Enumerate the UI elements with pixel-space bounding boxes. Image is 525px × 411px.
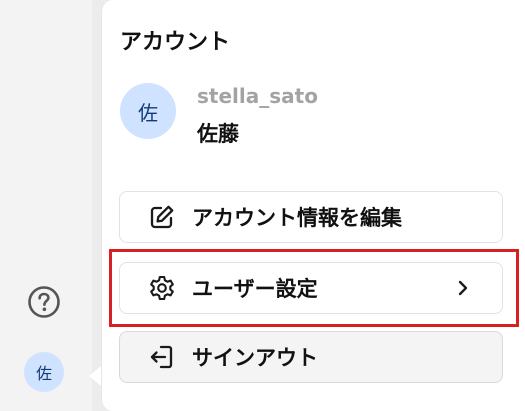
- popover-pointer: [89, 366, 101, 386]
- question-circle-icon: [28, 286, 60, 318]
- user-settings-button[interactable]: ユーザー設定: [119, 262, 503, 314]
- sign-out-label: サインアウト: [192, 346, 318, 370]
- edit-icon: [148, 203, 176, 231]
- sign-out-button[interactable]: サインアウト: [119, 331, 503, 383]
- rail-avatar[interactable]: 佐: [24, 352, 64, 392]
- rail-avatar-initial: 佐: [35, 364, 52, 383]
- display-name: 佐藤: [197, 122, 239, 146]
- user-avatar: 佐: [120, 83, 176, 139]
- edit-account-label: アカウント情報を編集: [192, 206, 402, 230]
- help-button[interactable]: [27, 285, 61, 319]
- user-avatar-initial: 佐: [138, 100, 158, 125]
- gear-icon: [148, 274, 176, 302]
- edit-account-button[interactable]: アカウント情報を編集: [119, 191, 503, 243]
- account-title: アカウント: [120, 30, 231, 55]
- left-rail: 佐: [0, 0, 92, 411]
- chevron-right-icon: [452, 277, 474, 299]
- user-settings-label: ユーザー設定: [192, 277, 318, 301]
- username: stella_sato: [197, 84, 318, 108]
- account-popover: アカウント 佐 stella_sato 佐藤 アカウント情報を編集 ユーザー設定: [101, 0, 525, 411]
- sign-out-icon: [148, 343, 176, 371]
